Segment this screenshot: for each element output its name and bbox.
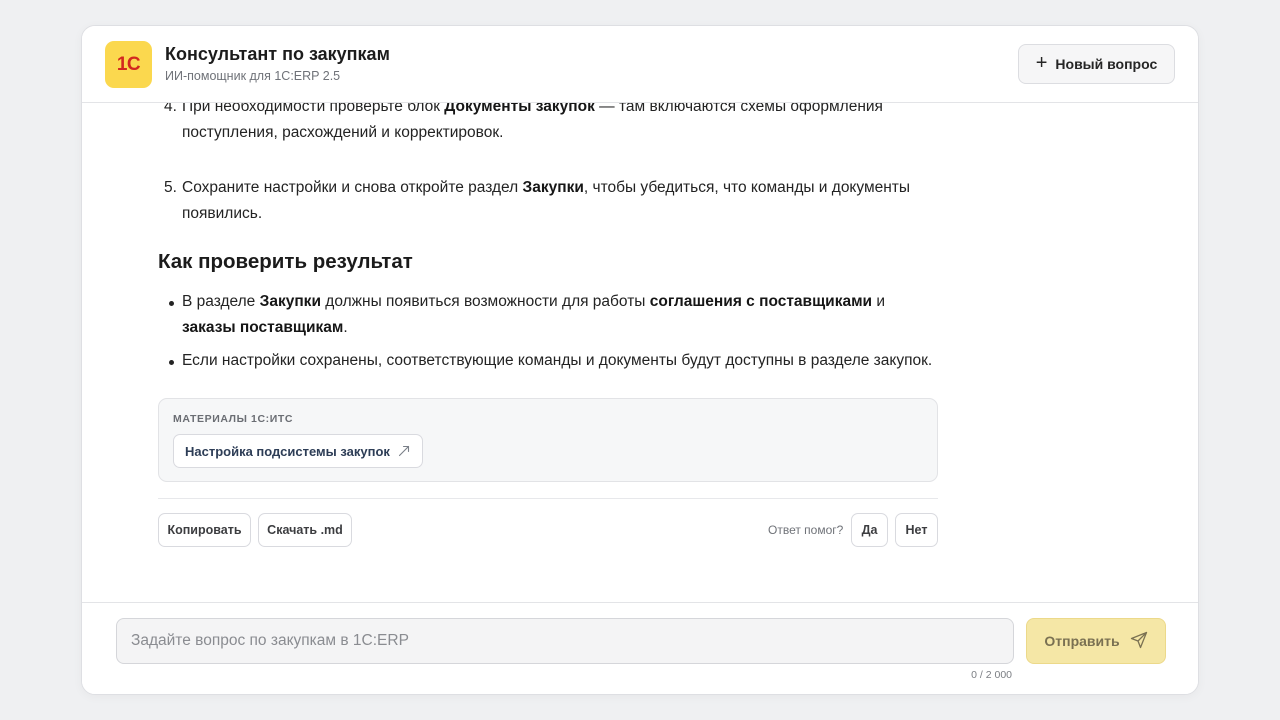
step-item: 4. При необходимости проверьте блок Доку… xyxy=(158,103,938,146)
bullet-item: Если настройки сохранены, соответствующи… xyxy=(158,348,938,374)
feedback-no-button[interactable]: Нет xyxy=(895,513,938,547)
step-text: При необходимости проверьте блок Докумен… xyxy=(158,103,938,146)
app-title: Консультант по закупкам xyxy=(165,44,390,64)
text-run: должны появиться возможности для работы xyxy=(320,293,650,310)
feedback-question: Ответ помог? xyxy=(768,523,844,537)
answer-divider xyxy=(158,498,938,499)
external-link-arrow-icon xyxy=(398,445,410,457)
question-input[interactable] xyxy=(116,618,1014,664)
bullet-dot xyxy=(169,301,174,306)
text-run: . xyxy=(343,319,348,336)
send-button[interactable]: Отправить xyxy=(1026,618,1166,664)
app-subtitle: ИИ-помощник для 1С:ERP 2.5 xyxy=(165,69,341,83)
its-materials-label: МАТЕРИАЛЫ 1С:ИТС xyxy=(173,413,294,425)
step-item: 5. Сохраните настройки и снова откройте … xyxy=(158,175,938,227)
text-run: Сохраните настройки и снова откройте раз… xyxy=(182,179,523,196)
download-md-button[interactable]: Скачать .md xyxy=(258,513,352,547)
header: 1С Консультант по закупкам ИИ-помощник д… xyxy=(82,26,1198,103)
send-label: Отправить xyxy=(1044,633,1120,649)
text-run: и xyxy=(872,293,886,310)
copy-button[interactable]: Копировать xyxy=(158,513,251,547)
paper-plane-icon xyxy=(1130,631,1148,652)
text-run: В разделе xyxy=(182,293,260,310)
new-question-button[interactable]: + Новый вопрос xyxy=(1018,44,1175,84)
bullet-text: В разделе Закупки должны появиться возмо… xyxy=(158,289,938,341)
char-counter: 0 / 2 000 xyxy=(971,669,1012,681)
feedback-yes-button[interactable]: Да xyxy=(851,513,888,547)
its-materials-box: МАТЕРИАЛЫ 1С:ИТС Настройка подсистемы за… xyxy=(158,398,938,482)
new-question-label: Новый вопрос xyxy=(1055,56,1158,72)
chat-window: 1С Консультант по закупкам ИИ-помощник д… xyxy=(81,25,1199,695)
step-number: 4. xyxy=(164,103,177,115)
text-run: При необходимости проверьте блок xyxy=(182,103,445,115)
its-material-link[interactable]: Настройка подсистемы закупок xyxy=(173,434,423,468)
bold-term: Документы закупок xyxy=(444,103,595,115)
bold-term: соглашения с поставщиками xyxy=(649,293,873,310)
bullet-text: Если настройки сохранены, соответствующи… xyxy=(158,348,938,374)
text-run: Если настройки сохранены, соответствующи… xyxy=(182,352,933,369)
bullet-dot xyxy=(169,360,174,365)
bold-term: Закупки xyxy=(259,293,321,310)
check-result-heading: Как проверить результат xyxy=(158,250,413,273)
composer: Отправить 0 / 2 000 xyxy=(82,602,1198,694)
plus-icon: + xyxy=(1035,52,1048,74)
step-text: Сохраните настройки и снова откройте раз… xyxy=(158,175,938,227)
bold-term: Закупки xyxy=(522,179,584,196)
chat-scroll-area[interactable]: 4. При необходимости проверьте блок Доку… xyxy=(82,103,1198,603)
bullet-item: В разделе Закупки должны появиться возмо… xyxy=(158,289,938,341)
its-material-link-label: Настройка подсистемы закупок xyxy=(185,443,390,459)
app-logo: 1С xyxy=(105,41,152,88)
bold-term: заказы поставщикам xyxy=(182,319,344,336)
step-number: 5. xyxy=(164,179,177,196)
